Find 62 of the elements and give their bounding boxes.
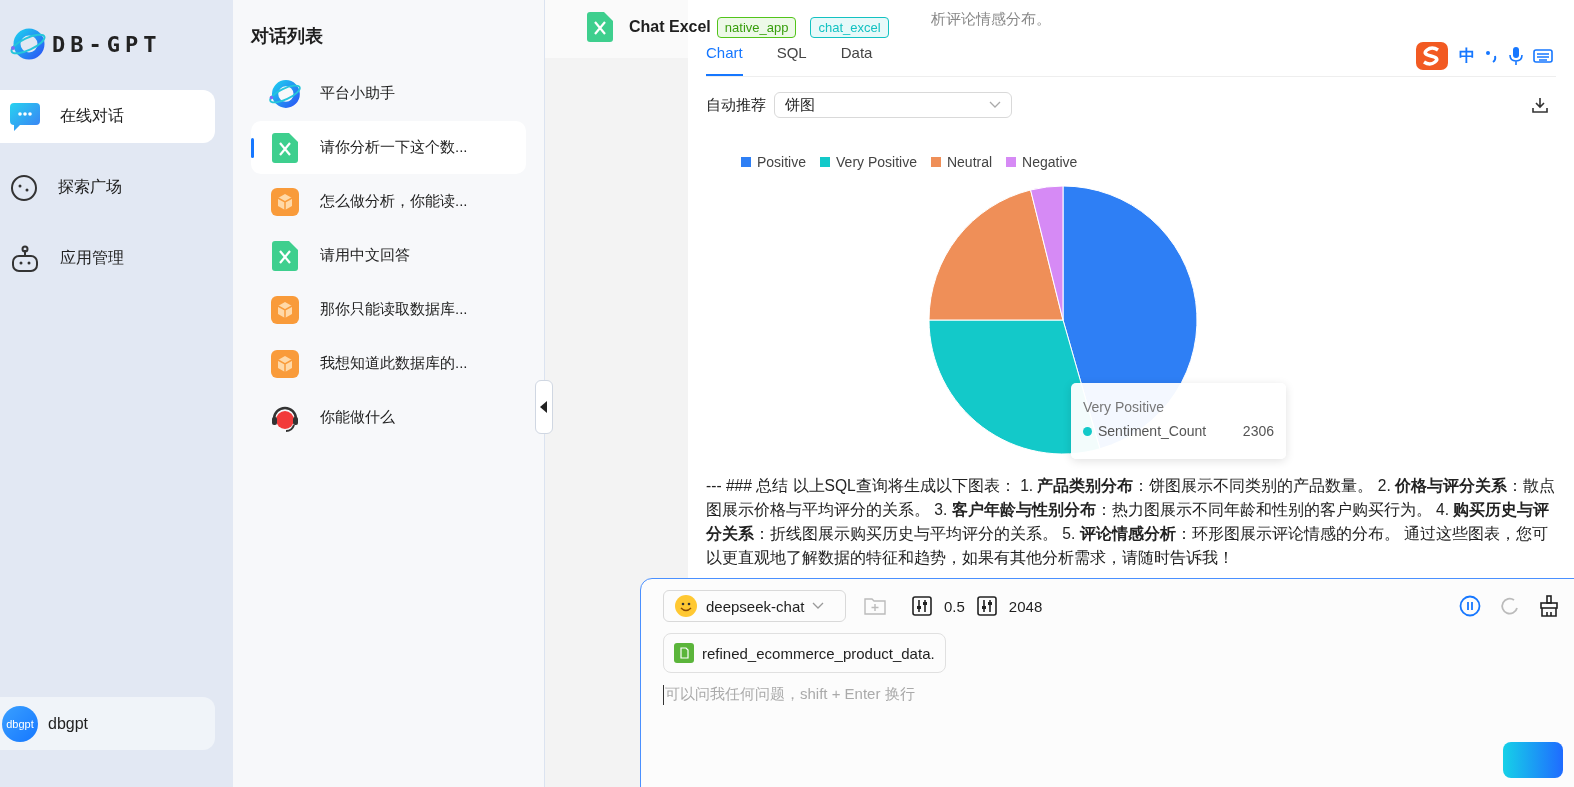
temperature-value: 0.5 — [944, 597, 965, 615]
input-method-icon[interactable] — [1415, 41, 1449, 71]
chat-title: Chat Excel — [629, 18, 711, 36]
logo-text: DB-GPT — [52, 31, 162, 57]
tab[interactable]: Data — [840, 44, 873, 76]
legend-label[interactable]: Very Positive — [836, 154, 917, 170]
conversation-item[interactable]: 你能做什么 — [251, 391, 526, 444]
chart-type-select[interactable]: 饼图 — [774, 92, 1012, 118]
pause-icon[interactable] — [1459, 595, 1481, 617]
chat-bubble-icon — [10, 102, 40, 131]
legend-label[interactable]: Positive — [757, 154, 807, 170]
spreadsheet-icon — [272, 240, 298, 271]
file-chip[interactable]: refined_ecommerce_product_data. — [663, 633, 946, 673]
conversation-item[interactable]: 请用中文回答 — [251, 229, 526, 282]
panel-title: 对话列表 — [251, 25, 324, 48]
spreadsheet-icon — [587, 12, 613, 42]
conversation-item[interactable]: 请你分析一下这个数... — [251, 121, 526, 174]
series-name: Sentiment_Count — [1098, 423, 1207, 439]
max-tokens-value: 2048 — [1008, 597, 1043, 615]
chevron-down-icon — [989, 101, 1001, 109]
keyboard-icon[interactable] — [1533, 48, 1553, 64]
max-tokens-icon[interactable] — [976, 596, 997, 616]
app-tag: chat_excel — [810, 16, 889, 38]
cube-icon — [271, 295, 299, 324]
series-value: 2306 — [1242, 423, 1274, 439]
spreadsheet-icon — [272, 132, 298, 163]
caret-left-icon — [540, 401, 548, 413]
cube-icon — [271, 349, 299, 378]
legend-label[interactable]: Neutral — [946, 154, 993, 170]
send-button[interactable] — [1503, 742, 1563, 778]
tooltip-title: Very Positive — [1083, 399, 1165, 415]
face-icon — [10, 173, 38, 202]
tab[interactable]: Chart — [706, 44, 743, 76]
tab[interactable]: SQL — [776, 44, 807, 76]
robot-icon — [10, 244, 40, 273]
user-card[interactable]: dbgpt dbgpt — [0, 697, 215, 750]
temperature-icon[interactable] — [912, 596, 932, 616]
app-tag: native_app — [716, 16, 797, 38]
microphone-icon[interactable] — [1509, 46, 1523, 66]
nav-item[interactable]: 在线对话 — [0, 90, 215, 143]
cube-icon — [271, 187, 299, 216]
legend-label[interactable]: Negative — [1022, 154, 1078, 170]
message-text: 析评论情感分布。 — [931, 10, 1051, 29]
user-name: dbgpt — [48, 714, 89, 733]
nav-item[interactable]: 应用管理 — [0, 232, 215, 285]
user-avatar: dbgpt — [2, 705, 38, 742]
broom-icon[interactable] — [1539, 595, 1559, 617]
field-label: 自动推荐 — [706, 95, 766, 115]
summary-paragraph: --- ### 总结 以上SQL查询将生成以下图表： 1. 产品类别分布：饼图展示不同类别的产品数量。 2. 价格与评分关系：散点图展示价格与平均评分的关系。 3. 客户年龄与性别分布：热力图展示不同年龄和性别的客户购买行为。 4. 购买历史与评分关系：折线图展示购买历史与平均评分的关系。 5. 评论情感分析：环形图展示评论情感的分布。 通过这些图表，您可以更直观地了解数据的特征和趋势，如果有其他分析需求，请随时告诉我！ — [706, 476, 1556, 568]
nav-item[interactable]: 探索广场 — [0, 161, 215, 214]
conversation-item[interactable]: 那你只能读取数据库... — [251, 283, 526, 336]
smiley-icon — [674, 594, 698, 618]
collapse-button[interactable] — [535, 380, 553, 434]
conversation-item[interactable]: 平台小助手 — [251, 67, 526, 120]
punctuation-icon[interactable] — [1485, 48, 1499, 64]
download-icon[interactable] — [1532, 97, 1548, 113]
conversation-item[interactable]: 我想知道此数据库的... — [251, 337, 526, 390]
file-icon — [674, 643, 694, 663]
input-mode-label[interactable]: 中 — [1459, 45, 1475, 67]
model-select[interactable]: deepseek-chat — [663, 590, 846, 622]
conversation-item[interactable]: 怎么做分析，你能读... — [251, 175, 526, 228]
chevron-down-icon — [812, 602, 825, 610]
